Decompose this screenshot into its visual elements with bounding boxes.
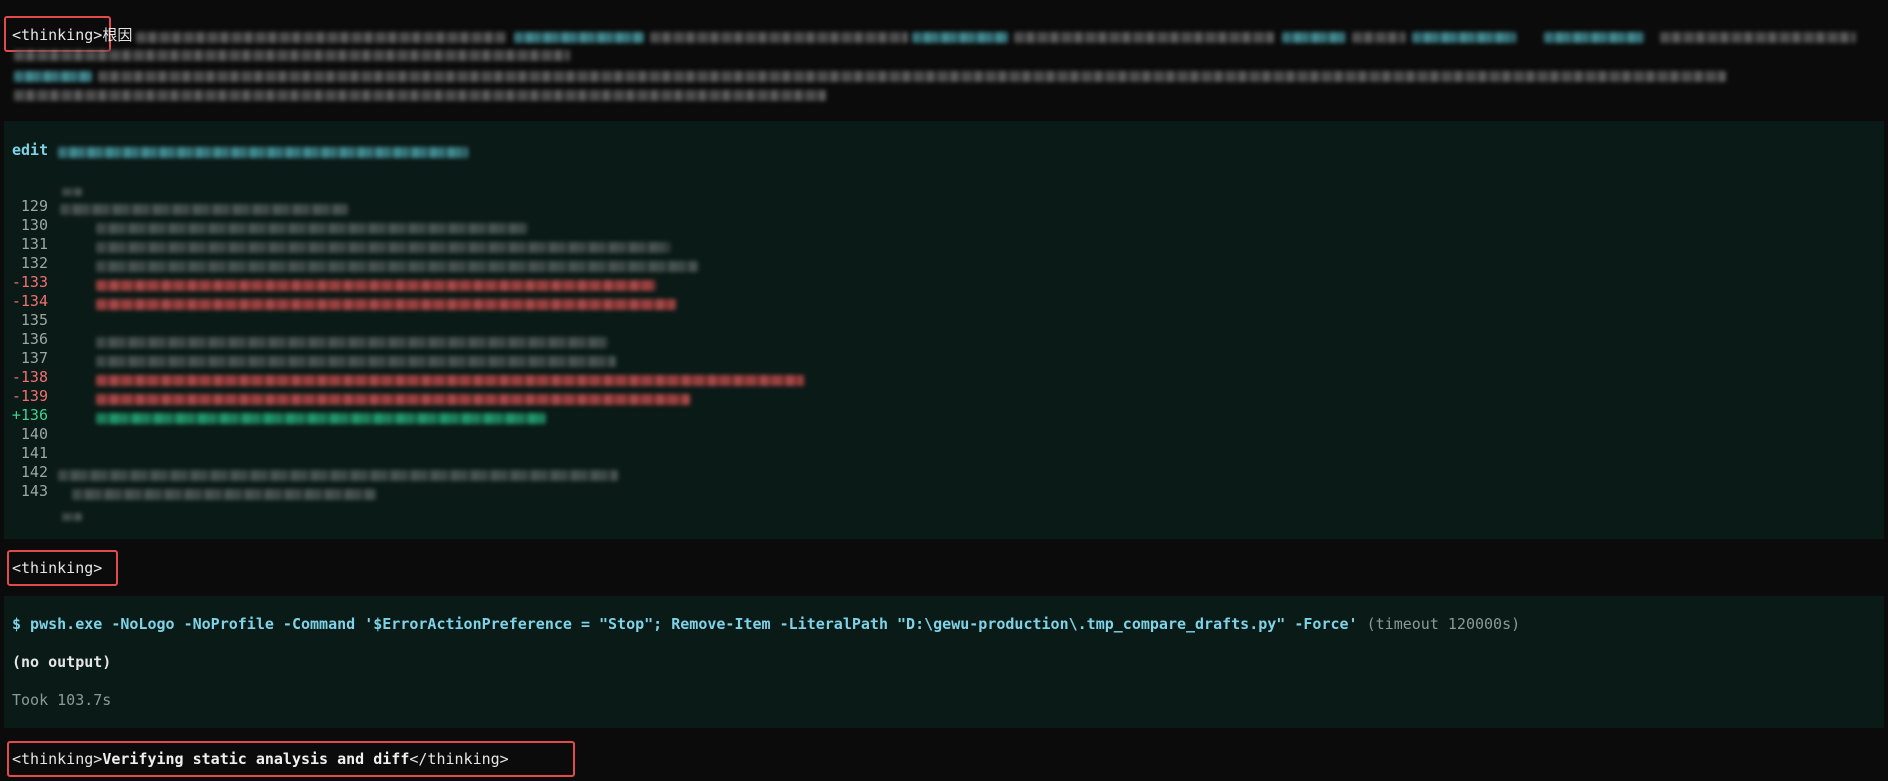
redacted-text — [514, 32, 644, 43]
thinking-block-1: <thinking>根因 — [12, 25, 132, 45]
redacted-text — [1544, 32, 1644, 43]
command-output: (no output) — [12, 653, 112, 671]
redacted-text — [912, 32, 1008, 43]
line-number-deleted: -133 — [11, 273, 48, 291]
redacted-file-path — [58, 147, 468, 158]
line-number: 129 — [20, 197, 48, 215]
redacted-code-deleted — [96, 299, 676, 310]
redacted-code — [96, 356, 616, 367]
redacted-code — [96, 242, 670, 253]
line-number-deleted: -139 — [11, 387, 48, 405]
redacted-text — [650, 32, 908, 43]
line-number-deleted: -138 — [11, 368, 48, 386]
redacted-code-added — [96, 413, 546, 424]
redacted-text — [1014, 32, 1274, 43]
command-timeout: (timeout 120000s) — [1366, 615, 1521, 633]
line-number: 142 — [20, 463, 48, 481]
redacted-code-deleted — [96, 394, 690, 405]
line-number: 130 — [20, 216, 48, 234]
command-duration: Took 103.7s — [12, 691, 112, 709]
edit-label: edit — [12, 141, 49, 159]
thinking-open-tag: <thinking> — [12, 559, 103, 577]
line-number: 135 — [20, 311, 48, 329]
redacted-code — [96, 223, 528, 234]
thinking-open-tag: <thinking> — [12, 750, 103, 768]
redacted-code-deleted — [96, 280, 656, 291]
redacted-code — [58, 470, 618, 481]
redacted-text — [14, 90, 826, 101]
redacted-code — [62, 513, 82, 521]
redacted-text — [98, 71, 1726, 82]
line-number: 132 — [20, 254, 48, 272]
command-text: $ pwsh.exe -NoLogo -NoProfile -Command '… — [12, 615, 1358, 633]
line-number: 141 — [20, 444, 48, 462]
redacted-code — [96, 337, 608, 348]
thinking-close-tag: </thinking> — [409, 750, 509, 768]
redacted-text — [1660, 32, 1856, 43]
shell-command: $ pwsh.exe -NoLogo -NoProfile -Command '… — [12, 615, 1520, 633]
thinking-block-2: <thinking> — [12, 558, 102, 578]
line-number: 140 — [20, 425, 48, 443]
redacted-text — [14, 50, 570, 61]
line-number-added: +136 — [11, 406, 48, 424]
line-number-deleted: -134 — [11, 292, 48, 310]
thinking-text-cjk: 根因 — [102, 26, 133, 44]
redacted-text — [1282, 32, 1346, 43]
redacted-code — [60, 204, 348, 215]
thinking-text: Verifying static analysis and diff — [102, 750, 410, 768]
line-number: 143 — [20, 482, 48, 500]
redacted-text — [136, 32, 506, 43]
redacted-code — [96, 261, 698, 272]
redacted-text — [1412, 32, 1516, 43]
redacted-code-deleted — [96, 375, 804, 386]
thinking-block-3: <thinking>Verifying static analysis and … — [12, 749, 509, 769]
line-number: 137 — [20, 349, 48, 367]
thinking-open-tag: <thinking> — [12, 26, 103, 44]
line-number: 131 — [20, 235, 48, 253]
redacted-code — [72, 489, 376, 500]
redacted-text — [62, 188, 82, 196]
line-number: 136 — [20, 330, 48, 348]
redacted-text — [14, 71, 92, 82]
redacted-text — [1352, 32, 1406, 43]
